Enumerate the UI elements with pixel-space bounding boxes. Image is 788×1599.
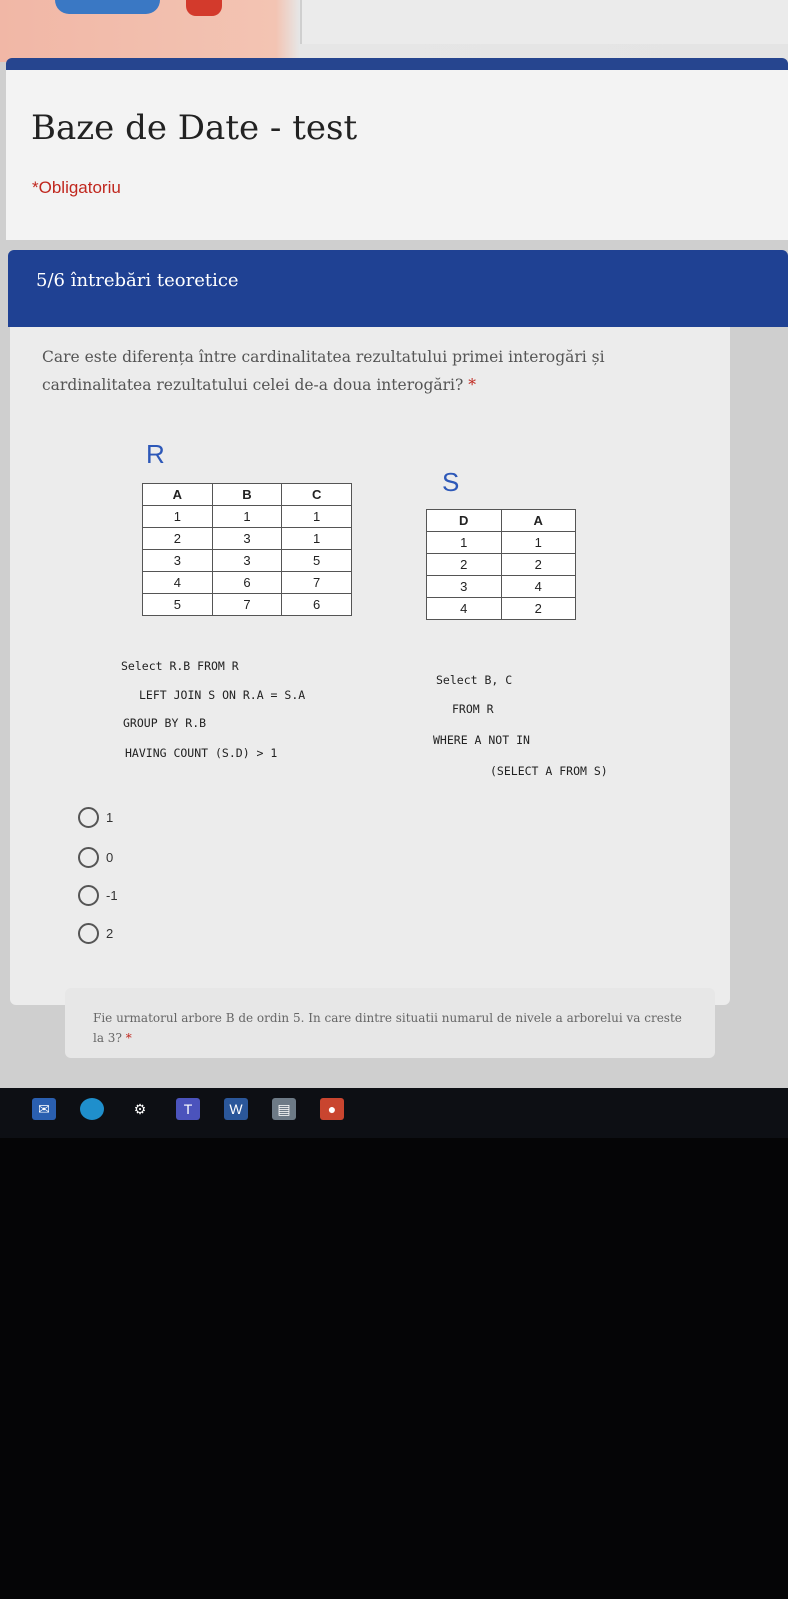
form-header-card: Baze de Date - test *Obligatoriu [6, 58, 788, 240]
table-cell: 2 [500, 597, 576, 620]
files-icon[interactable]: ▤ [272, 1098, 296, 1120]
table-r-label: R [146, 439, 165, 469]
mail-icon[interactable]: ✉ [32, 1098, 56, 1120]
word-icon[interactable]: W [224, 1098, 248, 1120]
section-header: 5/6 întrebări teoretice [8, 250, 788, 327]
question-label: Care este diferența între cardinalitatea… [42, 348, 605, 394]
column-header: B [211, 483, 283, 506]
table-cell: 2 [500, 553, 576, 576]
table-cell: 4 [426, 597, 502, 620]
required-asterisk: * [125, 1031, 132, 1045]
browser-tab[interactable] [55, 0, 160, 14]
table-row: 1 1 1 [142, 505, 352, 528]
question-card: Care este diferența între cardinalitatea… [10, 327, 730, 1005]
query2-line3: WHERE A NOT IN [433, 733, 530, 747]
table-row: 3 3 5 [142, 549, 352, 572]
browser-tab[interactable] [186, 0, 222, 16]
table-cell: 5 [142, 593, 213, 616]
table-cell: 1 [281, 527, 352, 550]
table-s: D A 1 1 2 2 3 4 4 2 [426, 509, 576, 620]
browser-tab-strip [0, 0, 788, 62]
table-row: 2 3 1 [142, 527, 352, 550]
table-header-row: D A [426, 509, 576, 532]
table-cell: 5 [281, 549, 352, 572]
table-cell: 1 [211, 505, 283, 528]
query2-line2: FROM R [452, 702, 494, 716]
table-cell: 3 [142, 549, 213, 572]
table-cell: 4 [142, 571, 213, 594]
table-cell: 6 [211, 571, 283, 594]
table-cell: 7 [211, 593, 283, 616]
table-r: A B C 1 1 1 2 3 1 3 3 5 4 6 7 5 7 6 [142, 483, 352, 616]
taskbar: ✉ ⚙ T W ▤ ● [0, 1088, 788, 1138]
question-text: Care este diferența între cardinalitatea… [42, 343, 712, 399]
form-title: Baze de Date - test [31, 108, 358, 148]
radio-button[interactable] [78, 923, 99, 944]
table-cell: 1 [500, 531, 576, 554]
table-cell: 4 [500, 575, 576, 598]
option-label: -1 [106, 888, 118, 903]
answer-option[interactable]: 2 [66, 923, 186, 947]
query1-line4: HAVING COUNT (S.D) > 1 [125, 746, 278, 760]
table-cell: 1 [281, 505, 352, 528]
table-row: 1 1 [426, 531, 576, 554]
option-label: 0 [106, 850, 114, 865]
form-page: Baze de Date - test *Obligatoriu 5/6 înt… [0, 58, 788, 1112]
radio-button[interactable] [78, 847, 99, 868]
option-label: 2 [106, 926, 114, 941]
table-cell: 7 [281, 571, 352, 594]
query1-line3: GROUP BY R.B [123, 716, 207, 730]
table-row: 3 4 [426, 575, 576, 598]
column-header: A [500, 509, 576, 532]
table-cell: 1 [426, 531, 502, 554]
table-row: 2 2 [426, 553, 576, 576]
query1-line1: Select R.B FROM R [121, 659, 239, 673]
query1-line2: LEFT JOIN S ON R.A = S.A [139, 688, 306, 702]
edge-icon[interactable] [80, 1098, 104, 1120]
teams-icon[interactable]: T [176, 1098, 200, 1120]
browser-tab-area[interactable] [300, 0, 788, 44]
table-row: 4 2 [426, 597, 576, 620]
radio-button[interactable] [78, 807, 99, 828]
settings-icon[interactable]: ⚙ [128, 1098, 152, 1120]
query2-line1: Select B, C [436, 673, 513, 687]
monitor-bezel [0, 1138, 788, 1599]
section-title: 5/6 întrebări teoretice [36, 270, 239, 291]
table-cell: 6 [281, 593, 352, 616]
table-header-row: A B C [142, 483, 352, 506]
answer-option[interactable]: 1 [66, 807, 186, 831]
table-row: 4 6 7 [142, 571, 352, 594]
table-cell: 2 [426, 553, 502, 576]
column-header: C [281, 483, 352, 506]
next-question-card: Fie urmatorul arbore B de ordin 5. In ca… [65, 988, 715, 1058]
required-asterisk: * [468, 376, 476, 394]
chrome-icon[interactable]: ● [320, 1098, 344, 1120]
query2-line4: (SELECT A FROM S) [490, 764, 608, 778]
next-question-label: Fie urmatorul arbore B de ordin 5. In ca… [93, 1011, 682, 1045]
column-header: D [426, 509, 502, 532]
required-note: *Obligatoriu [32, 178, 121, 197]
answer-option[interactable]: 0 [66, 847, 186, 871]
radio-button[interactable] [78, 885, 99, 906]
table-cell: 3 [211, 549, 283, 572]
column-header: A [142, 483, 213, 506]
option-label: 1 [106, 810, 114, 825]
table-cell: 3 [426, 575, 502, 598]
table-row: 5 7 6 [142, 593, 352, 616]
table-cell: 2 [142, 527, 213, 550]
answer-option[interactable]: -1 [66, 885, 186, 909]
next-question-text: Fie urmatorul arbore B de ordin 5. In ca… [93, 1008, 693, 1048]
table-s-label: S [442, 467, 460, 497]
table-cell: 3 [211, 527, 283, 550]
table-cell: 1 [142, 505, 213, 528]
